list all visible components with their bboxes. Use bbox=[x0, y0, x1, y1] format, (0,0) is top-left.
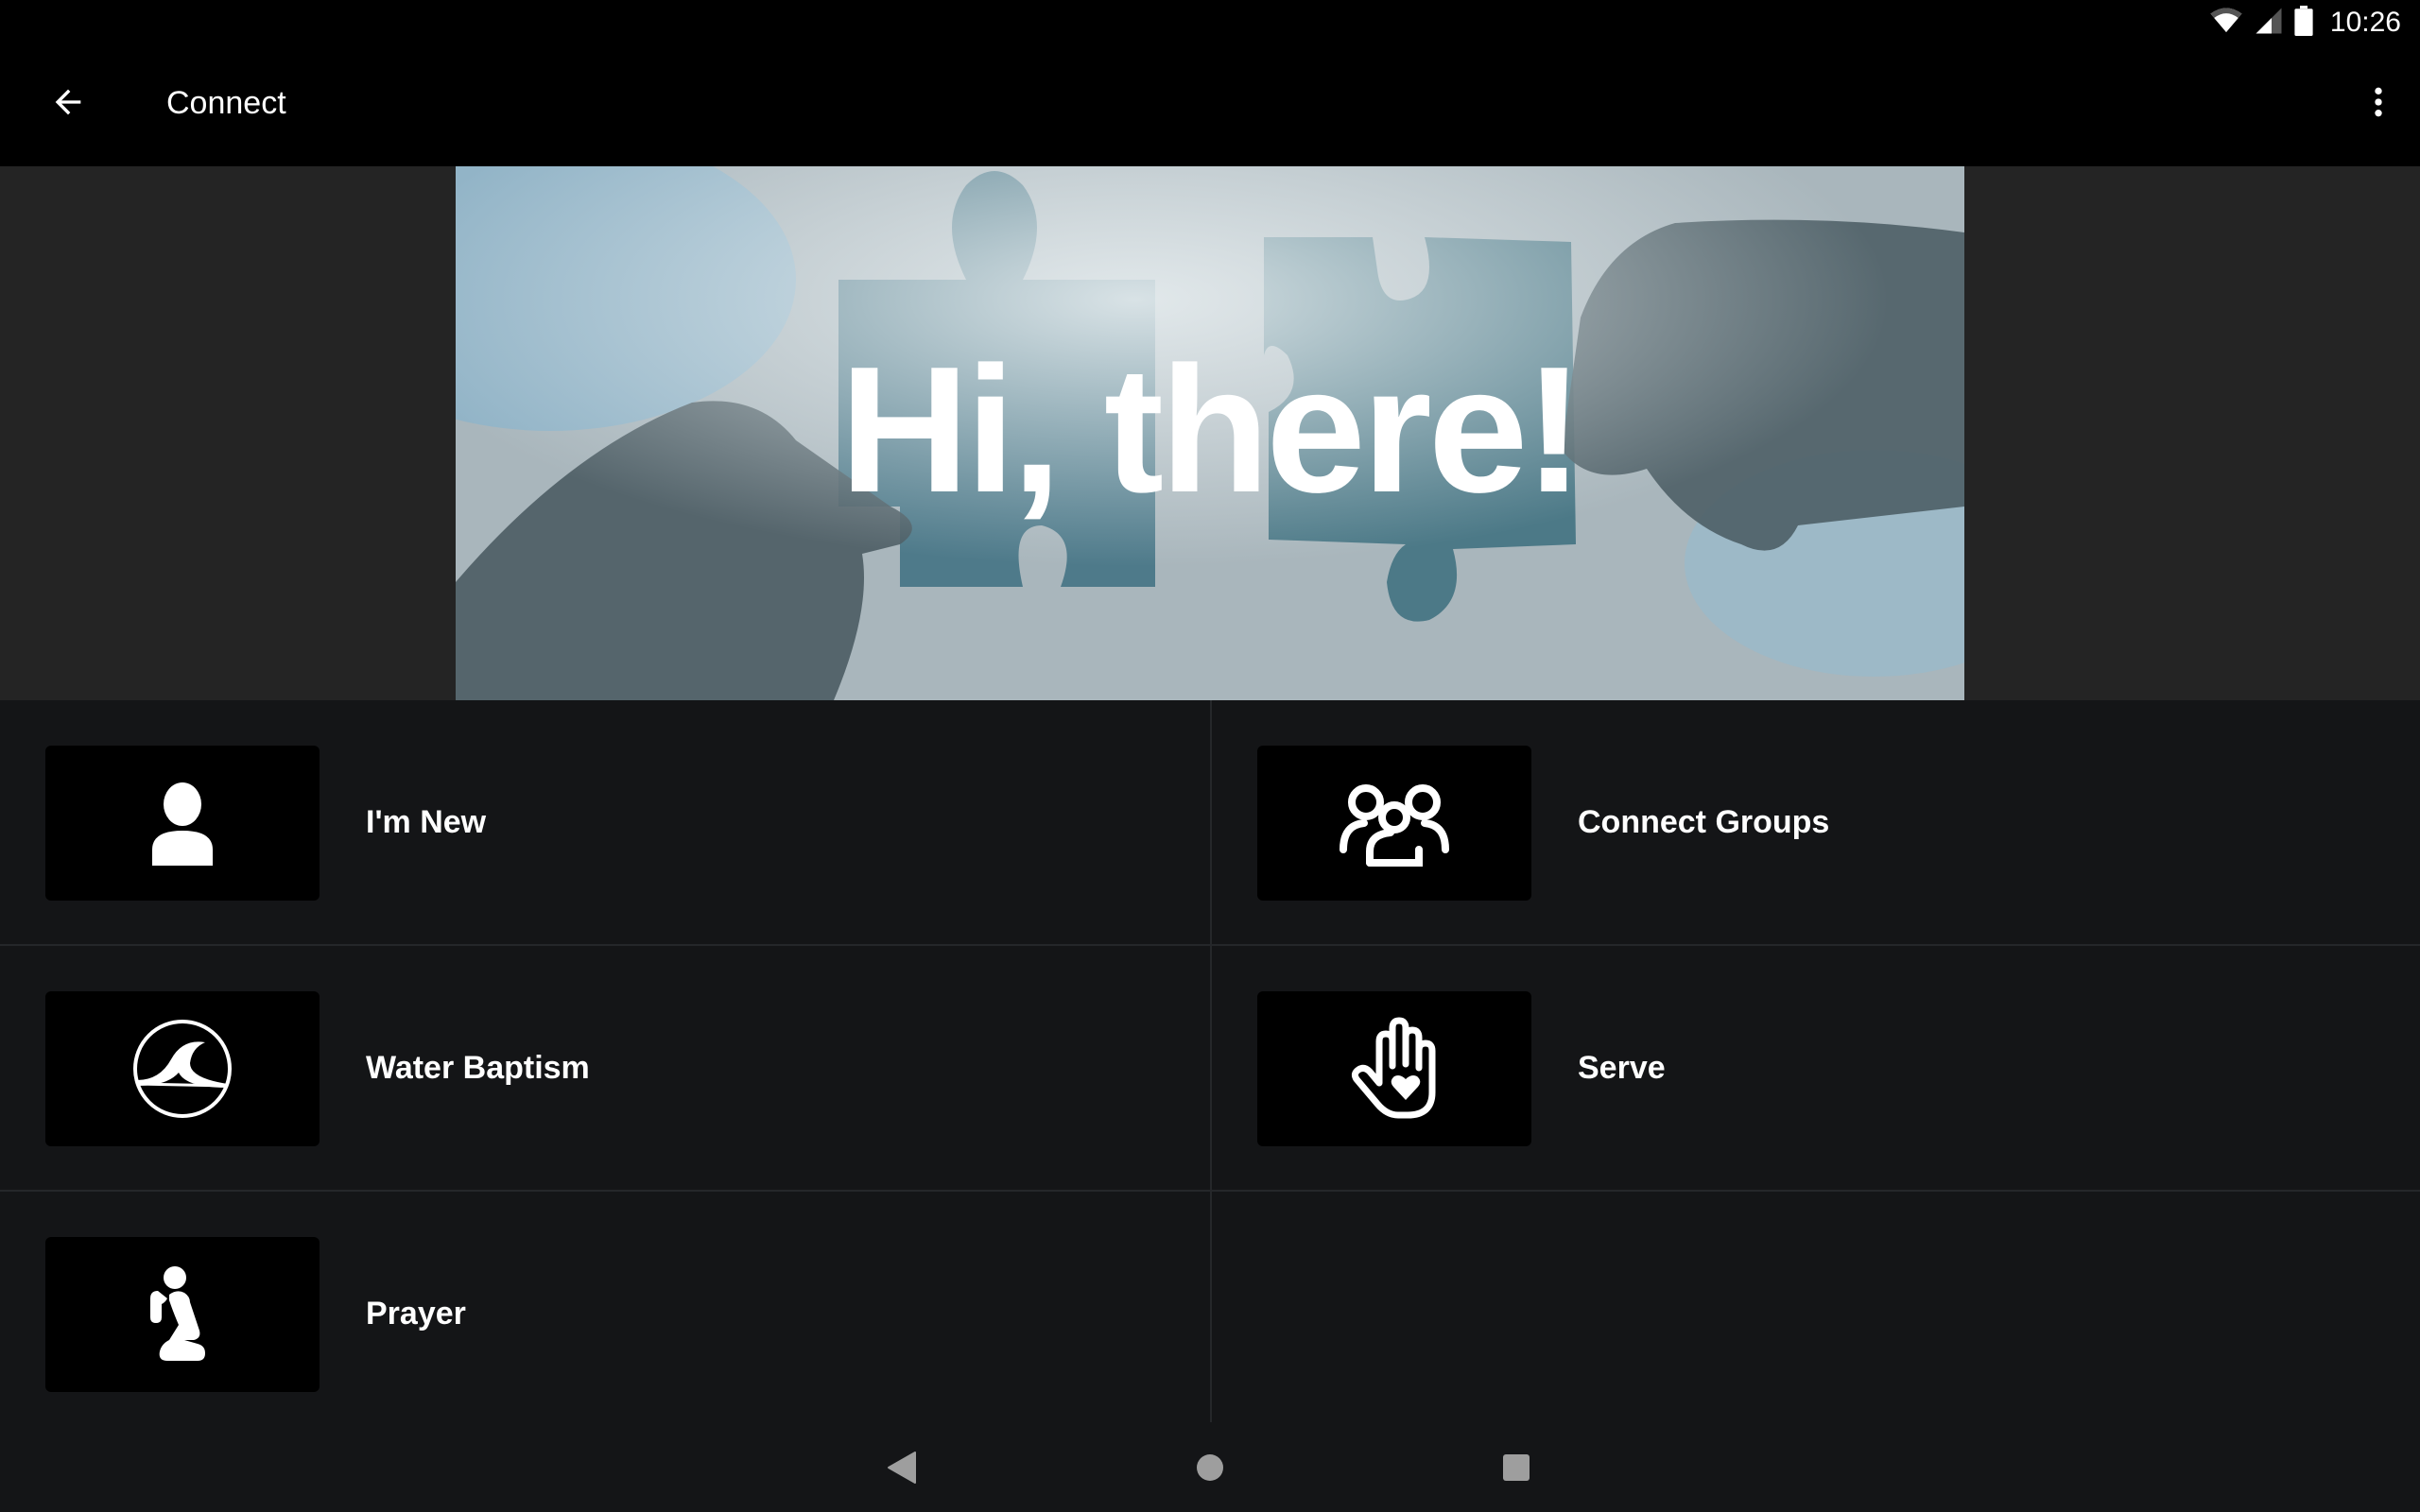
nav-back-icon bbox=[888, 1452, 916, 1484]
item-connect-groups[interactable]: Connect Groups bbox=[1212, 700, 2420, 946]
person-icon bbox=[152, 782, 213, 866]
item-label: Water Baptism bbox=[366, 1050, 590, 1086]
system-nav-bar bbox=[0, 1422, 2420, 1512]
praying-person-icon bbox=[150, 1266, 205, 1361]
nav-home-icon bbox=[1197, 1454, 1223, 1481]
item-label: Serve bbox=[1578, 1050, 1666, 1086]
item-serve[interactable]: Serve bbox=[1212, 946, 2420, 1192]
banner-image: Hi, there! bbox=[456, 166, 1964, 700]
item-label: Prayer bbox=[366, 1296, 466, 1332]
item-thumbnail bbox=[45, 991, 320, 1146]
item-thumbnail bbox=[45, 746, 320, 901]
clock: 10:26 bbox=[2329, 7, 2401, 38]
item-thumbnail bbox=[1257, 746, 1531, 901]
app-bar: Connect bbox=[0, 45, 2420, 166]
battery-icon bbox=[2294, 5, 2313, 41]
status-bar: 10:26 bbox=[0, 0, 2420, 45]
item-thumbnail bbox=[1257, 991, 1531, 1146]
back-button[interactable] bbox=[38, 72, 98, 132]
group-icon bbox=[1340, 784, 1449, 867]
overflow-menu-button[interactable] bbox=[2348, 72, 2409, 132]
nav-recents-button[interactable] bbox=[1494, 1445, 1539, 1490]
hand-heart-icon bbox=[1351, 1017, 1436, 1119]
item-prayer[interactable]: Prayer bbox=[0, 1192, 1210, 1437]
item-thumbnail bbox=[45, 1237, 320, 1392]
item-label: I'm New bbox=[366, 804, 487, 840]
nav-recents-icon bbox=[1503, 1454, 1530, 1481]
nav-home-button[interactable] bbox=[1187, 1445, 1233, 1490]
wave-circle-icon bbox=[133, 1020, 232, 1118]
banner-headline: Hi, there! bbox=[839, 330, 1583, 530]
item-water-baptism[interactable]: Water Baptism bbox=[0, 946, 1210, 1192]
wifi-icon bbox=[2209, 7, 2243, 40]
more-vertical-icon bbox=[2375, 87, 2382, 117]
item-label: Connect Groups bbox=[1578, 804, 1830, 840]
cell-signal-icon bbox=[2255, 7, 2283, 40]
item-im-new[interactable]: I'm New bbox=[0, 700, 1210, 946]
column-divider bbox=[1210, 700, 1212, 1422]
banner-area: Hi, there! bbox=[0, 166, 2420, 700]
page-title: Connect bbox=[166, 85, 286, 121]
nav-back-button[interactable] bbox=[879, 1445, 925, 1490]
arrow-left-icon bbox=[55, 89, 81, 115]
